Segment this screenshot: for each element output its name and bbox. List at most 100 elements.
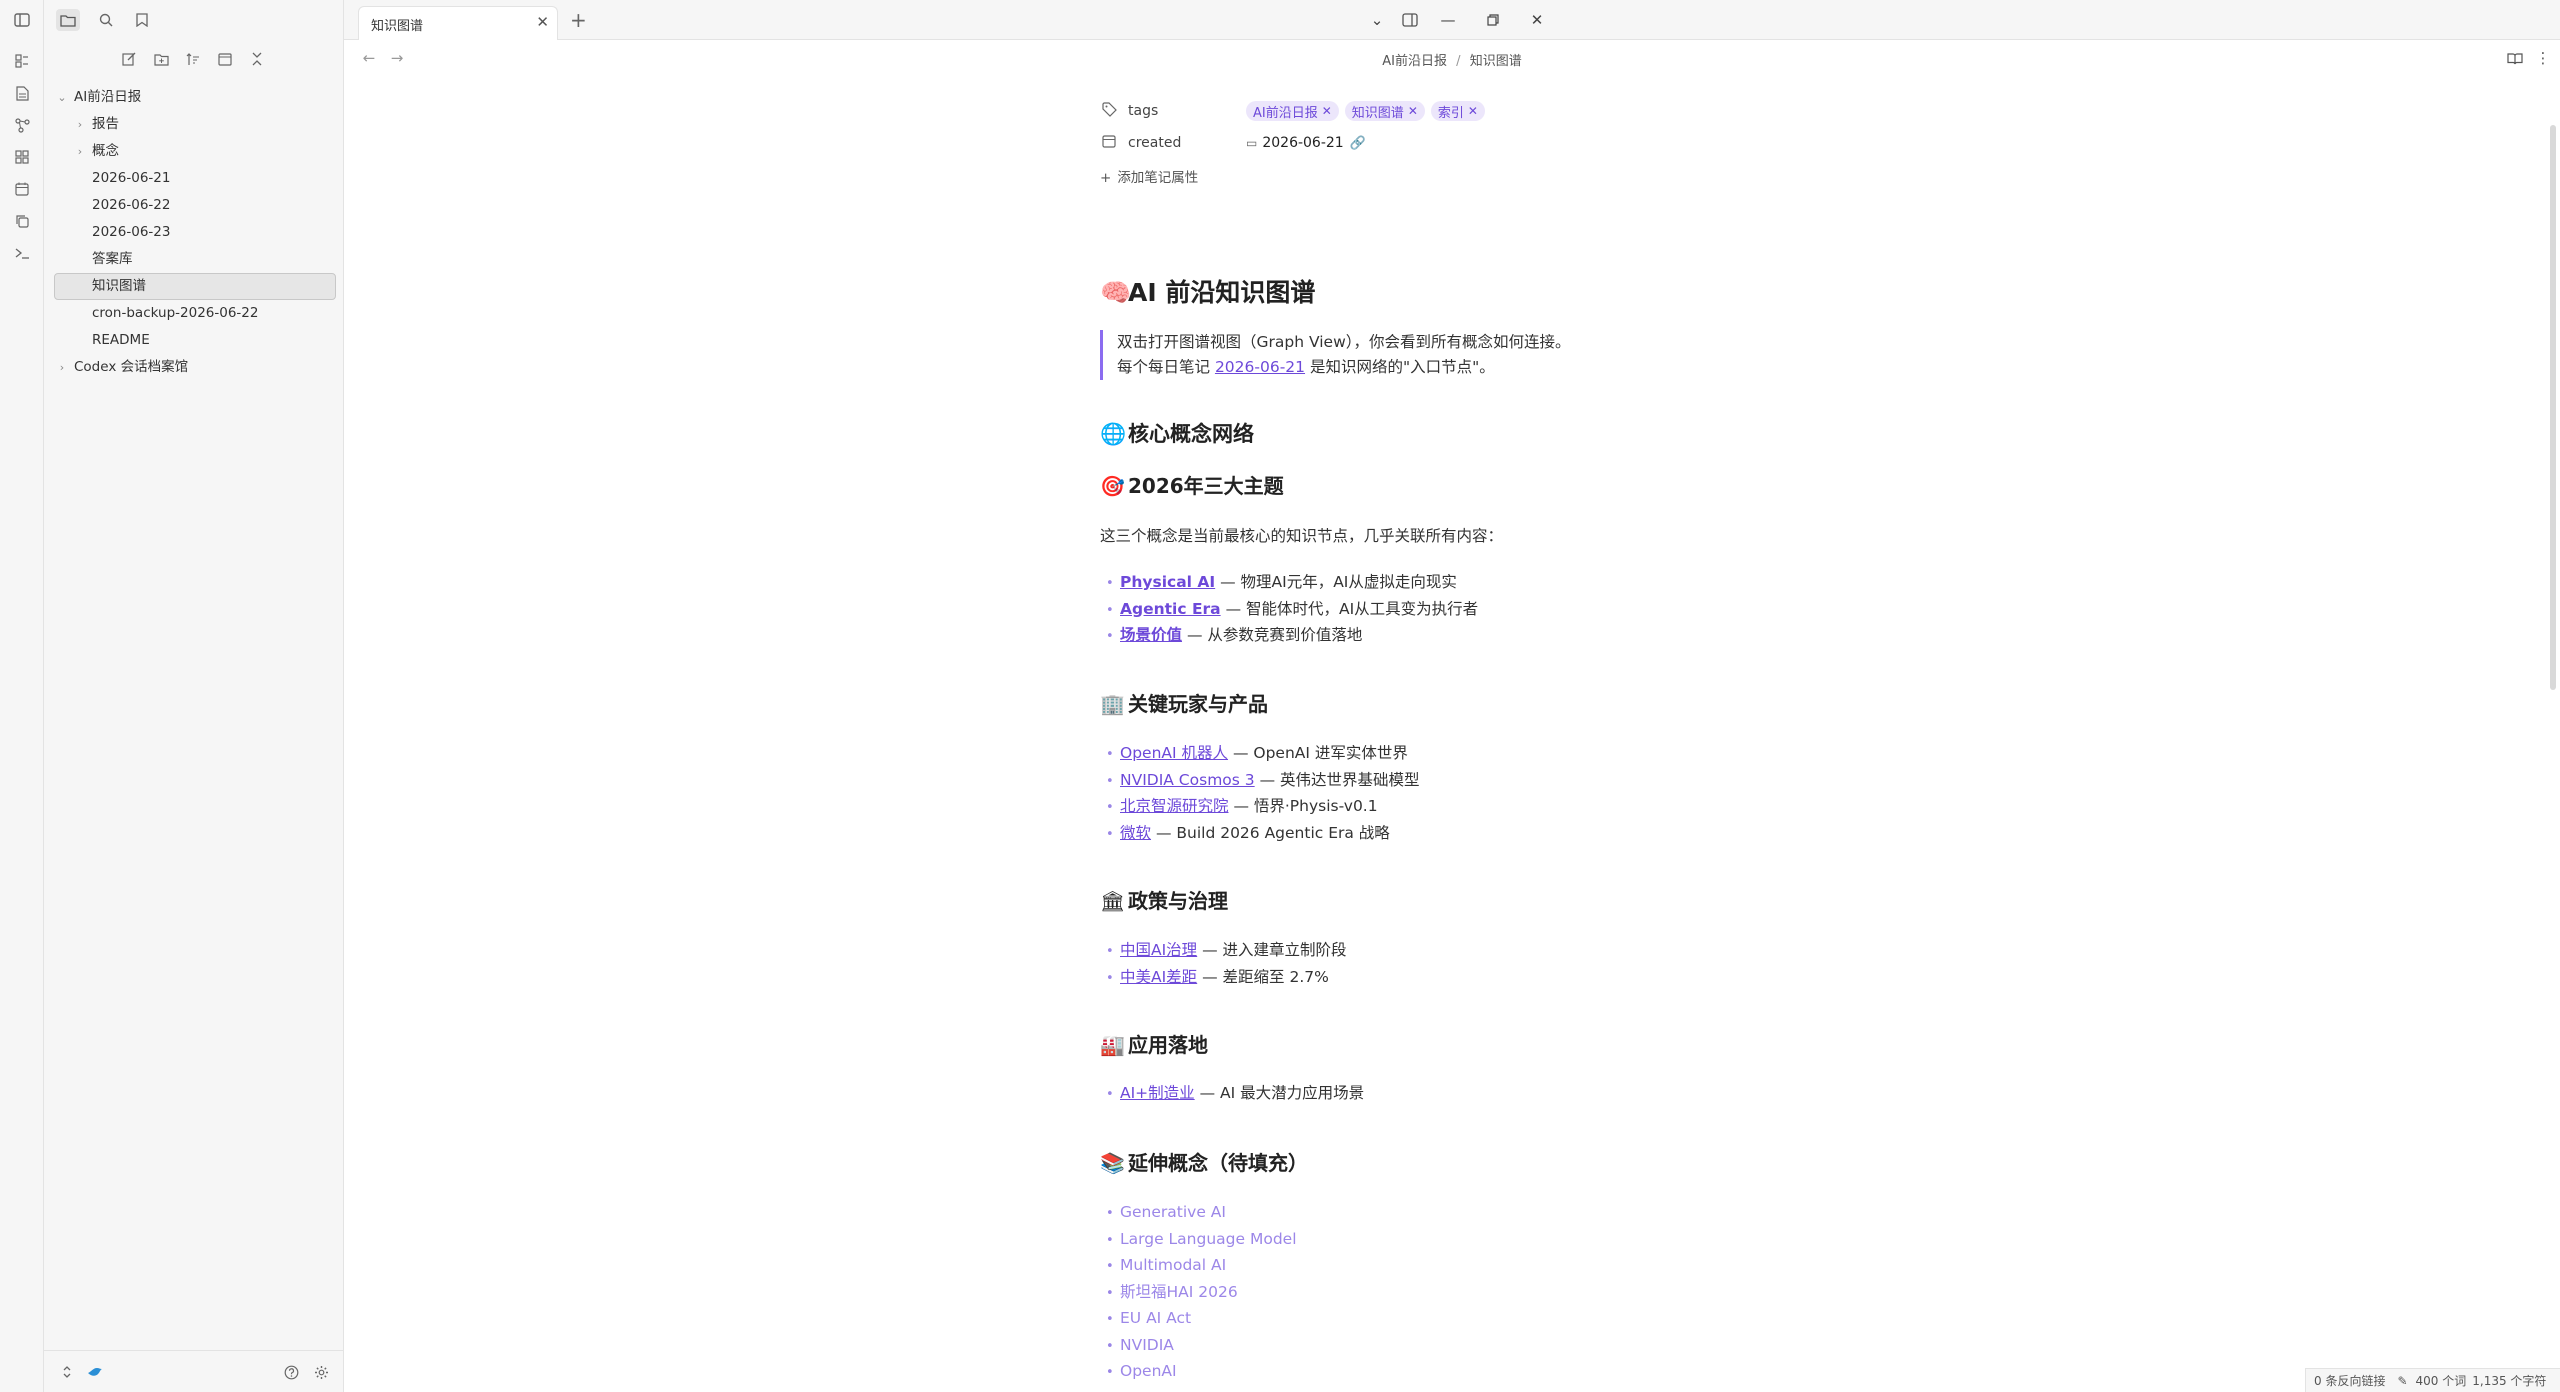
files-icon[interactable] (11, 50, 33, 72)
heading-applications: 🏭 应用落地 (1100, 1033, 1208, 1057)
terminal-icon[interactable] (11, 242, 33, 264)
chevron-right-icon[interactable]: › (74, 138, 86, 165)
grid-icon[interactable] (11, 146, 33, 168)
calendar-icon[interactable] (11, 178, 33, 200)
breadcrumb-file[interactable]: 知识图谱 (1470, 54, 1522, 69)
sort-icon[interactable] (182, 48, 204, 70)
tab-list-chevron-icon[interactable]: ⌄ (1364, 8, 1390, 32)
document-icon[interactable] (11, 82, 33, 104)
explorer-toolbar (44, 48, 344, 74)
word-count: 400 个词 (2415, 1374, 2467, 1388)
tree-folder-concepts[interactable]: › 概念 (54, 138, 336, 165)
link-icon[interactable]: 🔗 (1350, 136, 1366, 151)
list-item: • Generative AI (1106, 1203, 1226, 1221)
close-window-icon[interactable]: ✕ (1524, 8, 1550, 32)
tab-bar: 知识图谱 ✕ + ⌄ — ✕ (344, 0, 2560, 40)
list-item: • 北京智源研究院 — 悟界·Physis-v0.1 (1106, 797, 1378, 815)
tag-pill[interactable]: 知识图谱 ✕ (1344, 101, 1425, 121)
globe-emoji-icon: 🌐 (1100, 422, 1127, 446)
chevron-right-icon[interactable]: › (56, 354, 68, 381)
sync-bird-icon[interactable] (84, 1361, 106, 1383)
tree-folder-ai-daily[interactable]: ⌄ AI前沿日报 (54, 84, 336, 111)
list-item: • OpenAI (1106, 1362, 1177, 1380)
brain-emoji-icon: 🧠 (1100, 278, 1132, 307)
heading-themes: 🎯 2026年三大主题 (1100, 474, 1284, 498)
add-property-button[interactable]: + 添加笔记属性 (1100, 166, 1198, 186)
chevron-right-icon[interactable]: › (74, 111, 86, 138)
extended-list: • Generative AI • Large Language Model • Mu… (1106, 1199, 1297, 1385)
internal-link-2026-06-21[interactable]: 2026-06-21 (1215, 358, 1305, 376)
remove-tag-icon[interactable]: ✕ (1408, 104, 1418, 118)
books-emoji-icon: 📚 (1100, 1151, 1125, 1175)
tab-active[interactable]: 知识图谱 ✕ (358, 6, 558, 40)
tree-file[interactable]: 2026-06-23 (54, 219, 336, 246)
editor-content: tags AI前沿日报 ✕ 知识图谱 ✕ 索引 ✕ created ▭ 2026-06… (344, 75, 2549, 1392)
date-icon: ▭ (1246, 136, 1258, 150)
close-tab-icon[interactable]: ✕ (536, 13, 549, 31)
breadcrumb-folder[interactable]: AI前沿日报 (1382, 54, 1447, 69)
heading-policy: 🏛 政策与治理 (1100, 889, 1228, 913)
file-explorer-sidebar: ⌄ AI前沿日报 › 报告 › 概念 2026-06-21 2026-06-22… (44, 0, 344, 1392)
file-tree: ⌄ AI前沿日报 › 报告 › 概念 2026-06-21 2026-06-22… (54, 84, 336, 381)
bookmark-icon[interactable] (130, 9, 154, 31)
restore-icon[interactable] (1480, 8, 1506, 32)
tree-folder-codex[interactable]: › Codex 会话档案馆 (54, 354, 336, 381)
char-count: 1,135 个字符 (2472, 1374, 2547, 1388)
help-icon[interactable] (280, 1361, 302, 1383)
list-item: • OpenAI 机器人 — OpenAI 进军实体世界 (1106, 744, 1408, 762)
minimize-icon[interactable]: — (1435, 8, 1461, 32)
copy-icon[interactable] (11, 210, 33, 232)
remove-tag-icon[interactable]: ✕ (1322, 104, 1332, 118)
list-item: • EU AI Act (1106, 1309, 1192, 1327)
themes-list: • Physical AI — 物理AI元年，AI从虚拟走向现实 • Agentic… (1106, 569, 1478, 649)
right-sidebar-toggle-icon[interactable] (1397, 8, 1423, 32)
sidebar-header (44, 0, 344, 40)
tree-file[interactable]: 答案库 (54, 246, 336, 273)
tree-file[interactable]: 2026-06-21 (54, 165, 336, 192)
players-list: • OpenAI 机器人 — OpenAI 进军实体世界 • NVIDIA Cosm… (1106, 740, 1420, 846)
reading-view-icon[interactable] (2504, 47, 2526, 69)
property-key-created[interactable]: created (1128, 135, 1181, 151)
vault-switch-icon[interactable] (56, 1361, 78, 1383)
remove-tag-icon[interactable]: ✕ (1468, 104, 1478, 118)
auto-reveal-icon[interactable] (214, 48, 236, 70)
callout-quote: 双击打开图谱视图（Graph View），你会看到所有概念如何连接。 每个每日笔… (1100, 330, 1700, 380)
tags-value[interactable]: AI前沿日报 ✕ 知识图谱 ✕ 索引 ✕ (1246, 99, 1491, 123)
new-tab-icon[interactable]: + (570, 8, 587, 32)
heading-extended-concepts: 📚 延伸概念（待填充） (1100, 1151, 1308, 1175)
created-value[interactable]: ▭ 2026-06-21 🔗 (1246, 131, 1366, 155)
tree-file[interactable]: README (54, 327, 336, 354)
list-item: • Physical AI — 物理AI元年，AI从虚拟走向现实 (1106, 573, 1457, 591)
ribbon (0, 0, 44, 1392)
more-options-icon[interactable]: ⋮ (2532, 47, 2554, 69)
new-folder-icon[interactable] (150, 48, 172, 70)
collapse-all-icon[interactable] (246, 48, 268, 70)
new-note-icon[interactable] (118, 48, 140, 70)
tree-file[interactable]: 2026-06-22 (54, 192, 336, 219)
sidebar-toggle-icon[interactable] (11, 9, 33, 31)
tag-pill[interactable]: AI前沿日报 ✕ (1246, 101, 1339, 121)
backlinks-count[interactable]: 0 条反向链接 (2314, 1372, 2385, 1389)
chevron-down-icon[interactable]: ⌄ (56, 84, 68, 111)
tree-file[interactable]: cron-backup-2026-06-22 (54, 300, 336, 327)
tree-folder-reports[interactable]: › 报告 (54, 111, 336, 138)
property-created: created ▭ 2026-06-21 🔗 (1100, 131, 1600, 155)
search-icon[interactable] (94, 9, 118, 31)
property-key-tags[interactable]: tags (1128, 103, 1158, 119)
edit-pencil-icon[interactable]: ✎ (2397, 1374, 2407, 1388)
heading-core-network: 🌐核心概念网络 (1100, 422, 1254, 446)
graph-icon[interactable] (11, 114, 33, 136)
scrollbar-thumb[interactable] (2550, 125, 2556, 690)
settings-gear-icon[interactable] (310, 1361, 332, 1383)
tag-pill[interactable]: 索引 ✕ (1430, 101, 1485, 121)
list-item: • 中美AI差距 — 差距缩至 2.7% (1106, 967, 1329, 986)
list-item: • Large Language Model (1106, 1229, 1297, 1248)
list-item: • 场景价值 — 从参数竞赛到价值落地 (1106, 626, 1363, 644)
list-item: • 斯坦福HAI 2026 (1106, 1282, 1238, 1301)
list-item: • Multimodal AI (1106, 1256, 1227, 1274)
classical-building-emoji-icon: 🏛 (1100, 889, 1126, 913)
folder-icon[interactable] (56, 9, 80, 31)
breadcrumb: AI前沿日报 / 知识图谱 (344, 50, 2560, 69)
tree-file-selected[interactable]: 知识图谱 (54, 273, 336, 300)
policy-list: • 中国AI治理 — 进入建章立制阶段 • 中美AI差距 — 差距缩至 2.7% (1106, 937, 1347, 990)
